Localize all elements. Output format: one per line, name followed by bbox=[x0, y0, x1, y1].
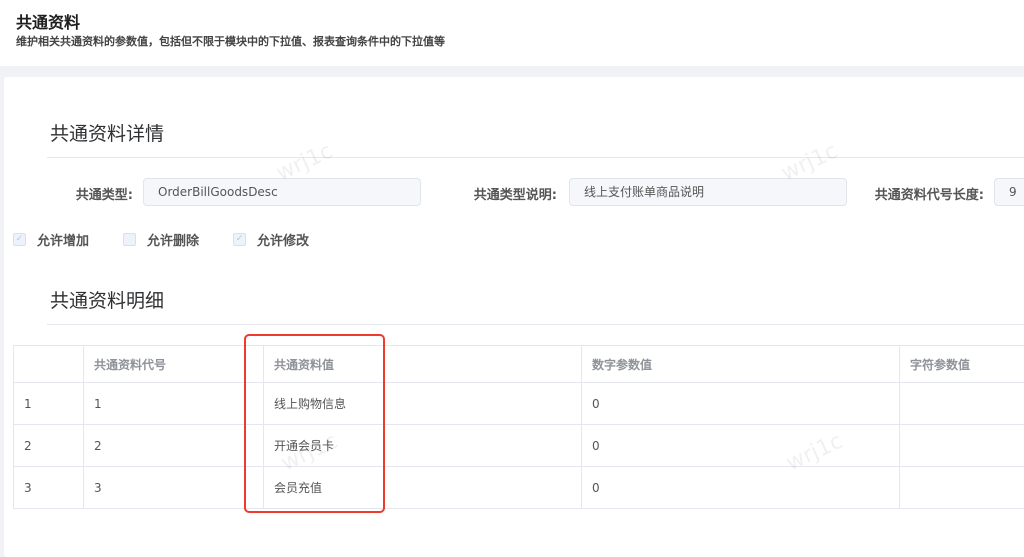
cell: 0 bbox=[582, 383, 900, 425]
detail-section-title: 共通资料详情 bbox=[50, 119, 164, 146]
detail-table: 共通资料代号 共通资料值 数字参数值 字符参数值 11线上购物信息0 22开通会… bbox=[13, 345, 1024, 509]
code-length-label: 共通资料代号长度: bbox=[850, 184, 984, 203]
cell bbox=[900, 383, 1024, 425]
code-length-input[interactable]: 9 bbox=[994, 178, 1024, 206]
page-subtitle: 维护相关共通资料的参数值，包括但不限于模块中的下拉值、报表查询条件中的下拉值等 bbox=[16, 33, 445, 49]
table-header-row: 共通资料代号 共通资料值 数字参数值 字符参数值 bbox=[14, 346, 1024, 383]
list-section-title: 共通资料明细 bbox=[50, 286, 164, 313]
page-title: 共通资料 bbox=[16, 9, 80, 33]
col-code: 共通资料代号 bbox=[84, 346, 264, 383]
type-desc-input[interactable]: 线上支付账单商品说明 bbox=[569, 178, 847, 206]
cell: 1 bbox=[84, 383, 264, 425]
table-row[interactable]: 11线上购物信息0 bbox=[14, 383, 1024, 425]
allow-edit-checkbox[interactable]: ✓ 允许修改 bbox=[233, 230, 309, 249]
cell: 0 bbox=[582, 425, 900, 467]
cell bbox=[900, 425, 1024, 467]
cell: 2 bbox=[14, 425, 84, 467]
divider bbox=[47, 157, 1024, 158]
divider bbox=[47, 324, 1024, 325]
highlight-annotation bbox=[244, 334, 385, 513]
col-index bbox=[14, 346, 84, 383]
checkbox-label: 允许删除 bbox=[147, 230, 199, 249]
checkbox-label: 允许增加 bbox=[37, 230, 89, 249]
table-row[interactable]: 22开通会员卡0 bbox=[14, 425, 1024, 467]
type-label: 共通类型: bbox=[40, 184, 133, 203]
checkbox-checked-icon: ✓ bbox=[233, 233, 246, 246]
cell: 2 bbox=[84, 425, 264, 467]
allow-delete-checkbox[interactable]: 允许删除 bbox=[123, 230, 199, 249]
col-number-param: 数字参数值 bbox=[582, 346, 900, 383]
type-desc-label: 共通类型说明: bbox=[440, 184, 557, 203]
cell: 3 bbox=[84, 467, 264, 509]
cell: 3 bbox=[14, 467, 84, 509]
cell bbox=[900, 467, 1024, 509]
checkbox-unchecked-icon bbox=[123, 233, 136, 246]
checkbox-checked-icon: ✓ bbox=[13, 233, 26, 246]
checkbox-label: 允许修改 bbox=[257, 230, 309, 249]
cell: 1 bbox=[14, 383, 84, 425]
page-header: 共通资料 维护相关共通资料的参数值，包括但不限于模块中的下拉值、报表查询条件中的… bbox=[0, 0, 1024, 66]
cell: 0 bbox=[582, 467, 900, 509]
table-row[interactable]: 33会员充值0 bbox=[14, 467, 1024, 509]
col-string-param: 字符参数值 bbox=[900, 346, 1024, 383]
allow-add-checkbox[interactable]: ✓ 允许增加 bbox=[13, 230, 89, 249]
